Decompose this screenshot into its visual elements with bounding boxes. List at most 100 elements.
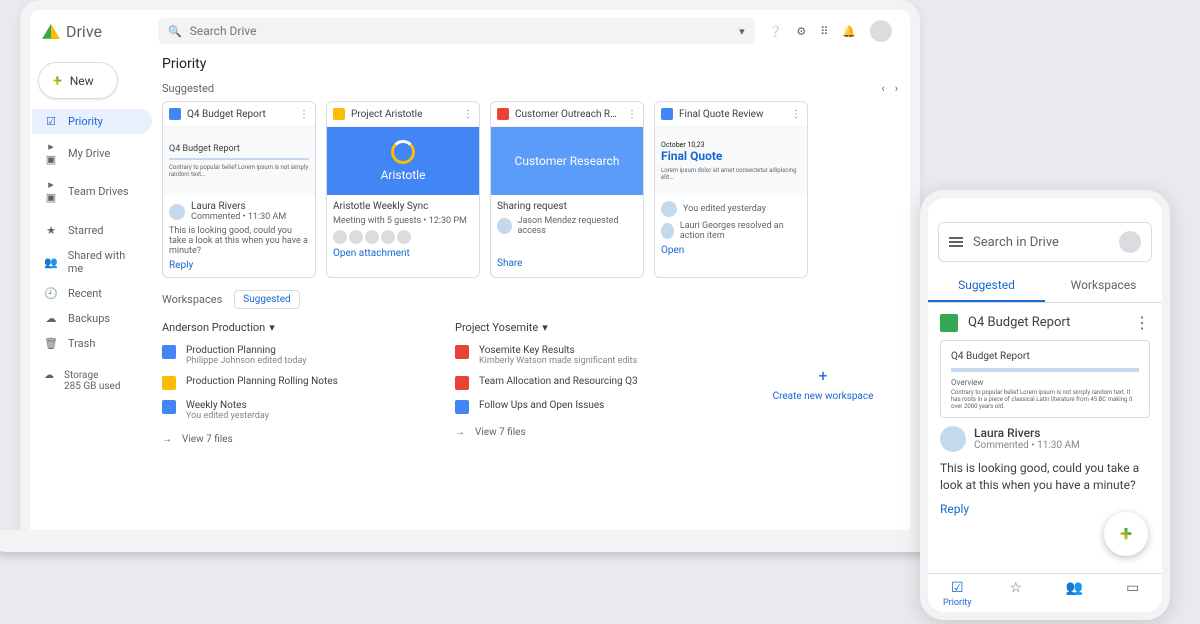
slides-icon: [333, 108, 345, 120]
nav-recent[interactable]: 🕘Recent: [32, 281, 152, 306]
priority-icon: ☑: [44, 115, 58, 128]
card-title: Project Aristotle: [351, 109, 457, 120]
more-icon[interactable]: ⋮: [1134, 313, 1150, 332]
tab-suggested[interactable]: Suggested: [928, 270, 1045, 302]
workspaces-label: Workspaces: [162, 293, 222, 306]
card-title: Q4 Budget Report: [187, 109, 293, 120]
fab-new[interactable]: +: [1104, 512, 1148, 556]
suggested-pill[interactable]: Suggested: [234, 290, 299, 309]
shared-icon: 👥: [44, 256, 58, 269]
workspace-column: Project Yosemite▾ Yosemite Key ResultsKi…: [455, 315, 728, 453]
open-link[interactable]: Open: [661, 245, 801, 256]
chevron-down-icon[interactable]: ▾: [739, 25, 745, 38]
more-icon[interactable]: ⋮: [791, 109, 801, 120]
workspace-column: Anderson Production▾ Production Planning…: [162, 315, 435, 453]
star-icon: ★: [44, 224, 58, 237]
user-avatar: [661, 201, 677, 217]
account-avatar[interactable]: [870, 20, 892, 42]
pdf-icon: [497, 108, 509, 120]
event-title: Aristotle Weekly Sync: [333, 201, 473, 212]
nav-starred[interactable]: ★Starred: [32, 218, 152, 243]
account-avatar[interactable]: [1119, 231, 1141, 253]
search-icon: 🔍: [168, 25, 182, 38]
user-name: Laura Rivers: [191, 201, 286, 212]
chevron-down-icon: ▾: [542, 321, 548, 334]
help-icon[interactable]: ❔: [769, 25, 783, 38]
more-icon[interactable]: ⋮: [463, 109, 473, 120]
open-attachment-link[interactable]: Open attachment: [333, 248, 473, 259]
event-meta: Jason Mendez requested access: [518, 216, 637, 236]
apps-icon[interactable]: ⠿: [820, 25, 828, 38]
workspace-title[interactable]: Anderson Production▾: [162, 315, 435, 340]
file-row[interactable]: Follow Ups and Open Issues: [455, 395, 728, 419]
reply-link[interactable]: Reply: [169, 260, 309, 271]
notifications-icon[interactable]: 🔔: [842, 25, 856, 38]
card-thumbnail: October 10,23 Final Quote Lorem ipsum do…: [655, 127, 807, 195]
share-link[interactable]: Share: [497, 258, 637, 269]
menu-icon[interactable]: [949, 237, 963, 247]
suggested-card[interactable]: Final Quote Review ⋮ October 10,23 Final…: [654, 101, 808, 278]
settings-icon[interactable]: ⚙: [796, 25, 806, 38]
file-row[interactable]: Yosemite Key ResultsKimberly Watson made…: [455, 340, 728, 371]
search-input[interactable]: [190, 24, 731, 38]
activity-text: You edited yesterday: [683, 204, 766, 214]
plus-icon: +: [818, 366, 827, 385]
prev-icon[interactable]: ‹: [881, 82, 884, 95]
more-icon[interactable]: ⋮: [627, 109, 637, 120]
pdf-icon: [455, 376, 469, 390]
search-box[interactable]: 🔍 ▾: [158, 18, 755, 44]
file-row[interactable]: Team Allocation and Resourcing Q3: [455, 371, 728, 395]
next-icon[interactable]: ›: [895, 82, 898, 95]
suggested-card[interactable]: Project Aristotle ⋮ Aristotle Aristotle …: [326, 101, 480, 278]
mydrive-icon: ▸ ▣: [44, 140, 58, 166]
nav-shared[interactable]: 👥: [1045, 574, 1104, 612]
nav-mydrive[interactable]: ▸ ▣My Drive: [32, 134, 152, 172]
suggested-card[interactable]: Q4 Budget Report ⋮ Q4 Budget Report Cont…: [162, 101, 316, 278]
user-avatar: [497, 218, 512, 234]
view-more-link[interactable]: →View 7 files: [162, 426, 435, 453]
laptop-frame: Drive 🔍 ▾ ❔ ⚙ ⠿ 🔔 + New ☑Priority ▸ ▣My …: [20, 0, 920, 540]
storage-info[interactable]: ☁ Storage 285 GB used: [32, 362, 152, 400]
comment-text: This is looking good, could you take a l…: [940, 452, 1150, 502]
file-row[interactable]: Production Planning Rolling Notes: [162, 371, 435, 395]
activity-text: Lauri Georges resolved an action item: [680, 221, 801, 241]
drive-logo[interactable]: Drive: [42, 22, 150, 41]
folder-icon: ▭: [1126, 580, 1139, 596]
nav-priority[interactable]: ☑Priority: [32, 109, 152, 134]
nav-priority[interactable]: ☑Priority: [928, 574, 987, 612]
cloud-icon: ☁: [44, 370, 54, 381]
priority-icon: ☑: [951, 580, 964, 596]
nav-backups[interactable]: ☁Backups: [32, 306, 152, 331]
pdf-icon: [455, 345, 469, 359]
event-meta: Meeting with 5 guests • 12:30 PM: [333, 216, 473, 226]
more-icon[interactable]: ⋮: [299, 109, 309, 120]
star-icon: ☆: [1009, 580, 1022, 596]
user-meta: Commented • 11:30 AM: [191, 212, 286, 222]
card-title: Final Quote Review: [679, 109, 785, 120]
user-meta: Commented • 11:30 AM: [974, 440, 1080, 451]
file-header[interactable]: Q4 Budget Report ⋮: [940, 313, 1150, 332]
file-row[interactable]: Production PlanningPhilippe Johnson edit…: [162, 340, 435, 371]
user-avatar: [940, 426, 966, 452]
storage-label: Storage: [64, 370, 120, 381]
sidebar: + New ☑Priority ▸ ▣My Drive ▸ ▣Team Driv…: [30, 52, 158, 540]
tab-workspaces[interactable]: Workspaces: [1045, 270, 1162, 302]
nav-starred[interactable]: ☆: [987, 574, 1046, 612]
mobile-search[interactable]: Search in Drive: [938, 222, 1152, 262]
nav-teamdrives[interactable]: ▸ ▣Team Drives: [32, 172, 152, 210]
file-row[interactable]: Weekly NotesYou edited yesterday: [162, 395, 435, 426]
create-workspace[interactable]: + Create new workspace: [748, 315, 898, 453]
chevron-down-icon: ▾: [269, 321, 275, 334]
docs-icon: [162, 400, 176, 414]
nav-trash[interactable]: 🗑Trash: [32, 331, 152, 356]
search-placeholder: Search in Drive: [973, 235, 1109, 250]
suggested-card[interactable]: Customer Outreach Research ⋮ Customer Re…: [490, 101, 644, 278]
view-more-link[interactable]: →View 7 files: [455, 419, 728, 446]
new-button[interactable]: + New: [38, 62, 118, 99]
workspace-title[interactable]: Project Yosemite▾: [455, 315, 728, 340]
nav-shared[interactable]: 👥Shared with me: [32, 243, 152, 281]
phone-frame: Search in Drive Suggested Workspaces Q4 …: [920, 190, 1170, 620]
nav-files[interactable]: ▭: [1104, 574, 1163, 612]
page-title: Priority: [162, 52, 898, 80]
file-thumbnail: Q4 Budget Report Overview Contrary to po…: [940, 340, 1150, 418]
